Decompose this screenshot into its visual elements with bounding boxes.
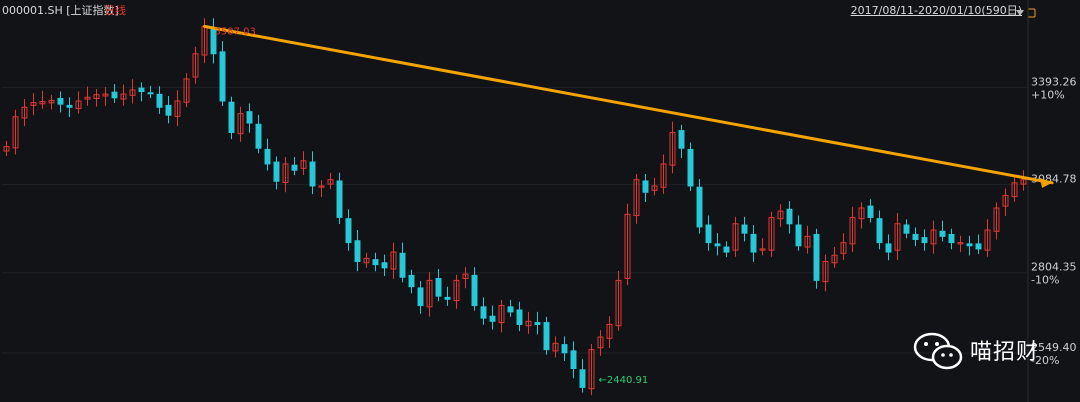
candle-body bbox=[435, 278, 442, 297]
candle-body bbox=[921, 237, 928, 244]
candle-body bbox=[714, 243, 721, 247]
candle-body bbox=[678, 130, 685, 149]
candle-body bbox=[471, 274, 478, 307]
candle-body bbox=[534, 322, 541, 325]
min-price-label: ←2440.91 bbox=[599, 375, 649, 386]
trendline bbox=[203, 24, 1054, 185]
candle-body bbox=[912, 233, 919, 240]
candle-body bbox=[939, 230, 946, 237]
candle-body bbox=[165, 104, 172, 116]
candle-body bbox=[687, 148, 694, 187]
candle-body bbox=[336, 180, 343, 218]
candle-body bbox=[867, 205, 874, 218]
y-tick-label: 2804.35 bbox=[1031, 261, 1077, 274]
candle-body bbox=[480, 306, 487, 319]
candle-body bbox=[264, 148, 271, 165]
candle-body bbox=[246, 111, 253, 124]
y-tick-pct: +10% bbox=[1031, 88, 1065, 101]
candle-body bbox=[489, 315, 496, 322]
candle-body bbox=[561, 344, 568, 354]
candle-body bbox=[579, 369, 586, 388]
max-price-label: 3587.03 bbox=[215, 26, 256, 37]
y-tick-label: 3393.26 bbox=[1031, 75, 1077, 88]
candle-body bbox=[543, 322, 550, 351]
candle-body bbox=[876, 218, 883, 244]
candle-body bbox=[219, 51, 226, 102]
candle-body bbox=[147, 92, 154, 95]
candle-body bbox=[516, 309, 523, 325]
candle-body bbox=[372, 259, 379, 266]
y-tick-pct: -10% bbox=[1031, 274, 1059, 287]
candle-body bbox=[507, 306, 514, 313]
candle-body bbox=[408, 274, 415, 288]
candle-body bbox=[399, 252, 406, 278]
candle-body bbox=[948, 233, 955, 244]
candle-body bbox=[444, 296, 451, 300]
watermark: 喵招财 bbox=[912, 330, 1039, 370]
candle-body bbox=[273, 161, 280, 182]
candle-body bbox=[966, 243, 973, 247]
candle-body bbox=[786, 208, 793, 225]
candle-body bbox=[381, 262, 388, 269]
watermark-text: 喵招财 bbox=[970, 340, 1040, 365]
candle-body bbox=[309, 161, 316, 187]
candle-body bbox=[156, 93, 163, 108]
candle-body bbox=[795, 224, 802, 247]
candle-body bbox=[255, 123, 262, 149]
wechat-icon bbox=[913, 332, 963, 370]
candle-body bbox=[291, 164, 298, 171]
candle-body bbox=[111, 91, 118, 99]
candle-body bbox=[750, 233, 757, 253]
candle-body bbox=[354, 240, 361, 263]
candle-body bbox=[813, 233, 820, 281]
candle-body bbox=[723, 246, 730, 253]
candle-body bbox=[885, 243, 892, 253]
candle-body bbox=[705, 224, 712, 244]
candle-body bbox=[345, 218, 352, 244]
candle-body bbox=[138, 87, 145, 93]
candle-body bbox=[696, 186, 703, 228]
candle-body bbox=[975, 243, 982, 250]
candle-body bbox=[66, 104, 73, 108]
candle-body bbox=[741, 224, 748, 234]
candle-body bbox=[642, 180, 649, 193]
candle-body bbox=[903, 224, 910, 234]
kline-chart[interactable]: 000001.SH [上证指数] 日线 2017/08/11-2020/01/1… bbox=[0, 0, 1080, 402]
candle-body bbox=[57, 97, 64, 105]
candle-body bbox=[570, 350, 577, 370]
candle-body bbox=[228, 101, 235, 133]
candle-body bbox=[417, 287, 424, 307]
